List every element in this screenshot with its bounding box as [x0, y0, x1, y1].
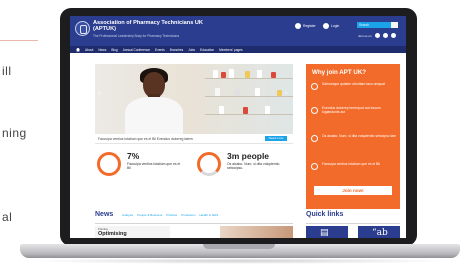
- bottle: [219, 106, 224, 114]
- fragment-text-3: al: [2, 210, 13, 224]
- shelf: [205, 114, 293, 115]
- divider-line: [0, 40, 38, 41]
- quick-link-tile[interactable]: ▤: [306, 226, 348, 238]
- benefit-icon: [311, 135, 318, 142]
- nav-item-members-pages[interactable]: Members' pages: [219, 48, 242, 52]
- main-nav: About News Blog Annual Conference Events…: [70, 46, 406, 53]
- org-tagline: The Professional Leadership Body for Pha…: [93, 34, 180, 38]
- search-input[interactable]: Search: [357, 22, 391, 28]
- hero-caption-bar: Faccuipa ventios totatium que es el Bil …: [95, 134, 293, 144]
- fragment-text-2: ning: [2, 126, 27, 140]
- news-tabs: Analysis People & Business Practice Prof…: [122, 213, 218, 217]
- divider: [306, 223, 400, 224]
- why-join-item: Os alcabo. Num, si dita voluptentio seto…: [311, 134, 397, 152]
- shelf: [205, 78, 293, 79]
- background-page-fragment: ill ning al: [0, 0, 60, 275]
- quick-link-tile[interactable]: “ab: [358, 226, 400, 238]
- news-card-title: Optimising: [98, 231, 127, 237]
- laptop-screen: Association of Pharmacy Technicians UK (…: [70, 16, 406, 238]
- org-name[interactable]: Association of Pharmacy Technicians UK (…: [93, 20, 223, 33]
- benefit-icon: [311, 83, 318, 90]
- fragment-text-1: ill: [2, 64, 12, 78]
- why-join-title: Why join APT UK?: [312, 69, 367, 76]
- news-card[interactable]: Practice Optimising: [95, 226, 170, 238]
- join-us-label: Join us on: [358, 34, 372, 38]
- nav-item-annual-conference[interactable]: Annual Conference: [123, 48, 150, 52]
- quote-icon: “ab: [372, 228, 388, 238]
- login-label: Login: [331, 24, 340, 28]
- benefit-icon: [311, 107, 318, 114]
- bottle: [255, 88, 260, 96]
- news-image[interactable]: [220, 226, 293, 238]
- nav-item-jobs[interactable]: Jobs: [188, 48, 195, 52]
- book-icon: ▤: [320, 228, 329, 238]
- register-icon: [295, 23, 301, 29]
- bottle: [277, 90, 282, 96]
- why-join-text: Faccuipa ventios totatium que es el Bil: [322, 162, 380, 166]
- bottle: [271, 72, 276, 78]
- read-more-button[interactable]: Read more: [265, 136, 287, 141]
- facebook-icon[interactable]: [383, 33, 388, 38]
- hero-caption: Faccuipa ventios totatium que es el Bil …: [98, 137, 193, 141]
- why-join-text: Os alcabo. Num, si dita voluptentio seto…: [322, 134, 397, 138]
- bottle: [215, 88, 220, 96]
- why-join-item: Faccuipa ventios totatium que es el Bil: [311, 162, 397, 180]
- nav-item-about[interactable]: About: [85, 48, 93, 52]
- chevron-left-icon[interactable]: ‹: [98, 90, 100, 97]
- user-icon: [323, 23, 329, 29]
- bottle: [235, 89, 240, 96]
- search-icon[interactable]: [391, 22, 398, 28]
- bottle: [229, 69, 234, 78]
- why-join-item: Evendus dolorrep bnerrquot aut essum fug…: [311, 106, 397, 124]
- laptop-notch: [203, 244, 275, 249]
- news-tab[interactable]: Profession: [181, 213, 195, 217]
- login-button[interactable]: Login: [323, 23, 339, 29]
- bottle: [213, 70, 218, 78]
- nav-item-news[interactable]: News: [98, 48, 106, 52]
- divider: [95, 223, 293, 224]
- why-join-text: Evendus dolorrep bnerrquot aut essum fug…: [322, 106, 381, 115]
- stat-value: 3m people: [227, 151, 270, 161]
- register-button[interactable]: Register: [295, 23, 316, 29]
- news-tab[interactable]: Practice: [166, 213, 177, 217]
- nav-item-blog[interactable]: Blog: [111, 48, 117, 52]
- news-tab[interactable]: People & Business: [137, 213, 162, 217]
- stat-description: Os alcabo. Num, si dita voluptentio sebo…: [227, 162, 280, 171]
- bottle: [265, 106, 270, 114]
- laptop-shadow: [26, 258, 454, 264]
- stat-ring-icon: [97, 152, 121, 176]
- why-join-item: Salmonque quiaten oboritam taco umquat: [311, 82, 397, 100]
- stat-ring-icon: [197, 152, 221, 176]
- chevron-right-icon[interactable]: ›: [285, 90, 287, 97]
- nav-item-branches[interactable]: Branches: [170, 48, 183, 52]
- news-tab[interactable]: Health & NHS: [199, 213, 218, 217]
- bottle: [245, 71, 250, 78]
- quick-links-heading: Quick links: [306, 211, 344, 218]
- nav-item-education[interactable]: Education: [200, 48, 214, 52]
- shelf: [205, 96, 293, 97]
- why-join-panel: Why join APT UK? Salmonque quiaten obori…: [306, 64, 400, 209]
- stat-description: Faccuipa ventios totatium que es el Bil: [127, 162, 181, 171]
- hero-slider[interactable]: ‹ ›: [95, 64, 293, 134]
- news-tab[interactable]: Analysis: [122, 213, 133, 217]
- bottle: [257, 70, 262, 78]
- logo-icon[interactable]: [75, 21, 90, 36]
- home-icon[interactable]: [76, 47, 80, 52]
- bottle: [221, 72, 226, 78]
- bottle: [243, 107, 248, 114]
- person-image: [125, 97, 183, 134]
- why-join-text: Salmonque quiaten oboritam taco umquat: [322, 82, 385, 86]
- site-header: Association of Pharmacy Technicians UK (…: [70, 16, 406, 46]
- benefit-icon: [311, 163, 318, 170]
- twitter-icon[interactable]: [375, 33, 380, 38]
- join-now-button[interactable]: Join now!: [314, 186, 392, 195]
- news-heading: News: [95, 211, 114, 218]
- nav-item-events[interactable]: Events: [155, 48, 165, 52]
- stat-value: 7%: [127, 151, 140, 161]
- register-label: Register: [303, 24, 316, 28]
- linkedin-icon[interactable]: [391, 33, 396, 38]
